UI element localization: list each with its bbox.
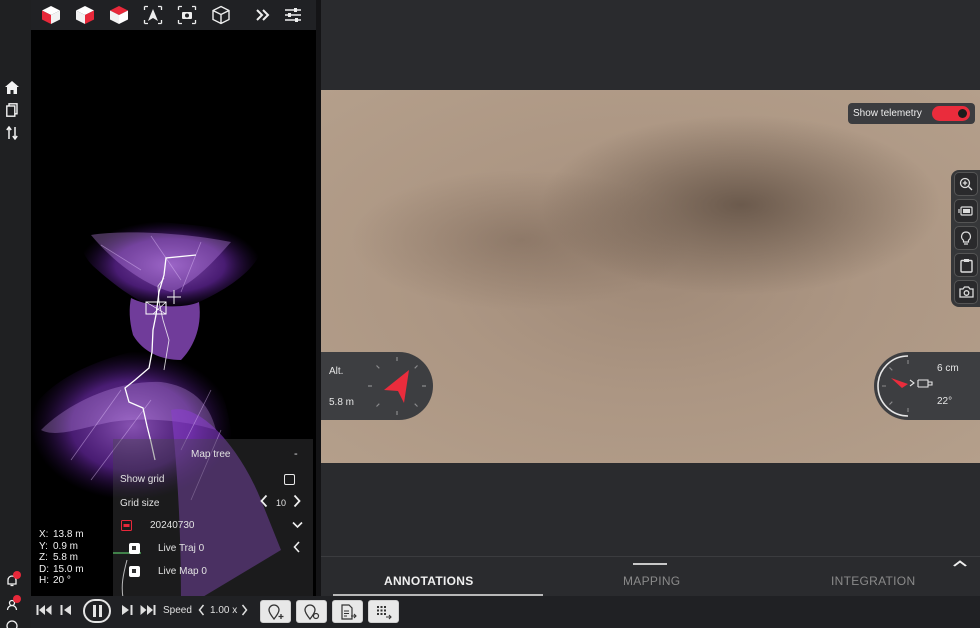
zoom-in-icon[interactable] — [954, 172, 978, 196]
date-node-label[interactable]: 20240730 — [150, 520, 195, 531]
add-pin-icon — [267, 603, 283, 620]
cube-red-top-icon[interactable] — [105, 1, 133, 29]
coord-row-x: X: 13.8 m — [39, 529, 84, 540]
heading-arrow-icon — [368, 357, 426, 415]
coord-row-d: D: 15.0 m — [39, 563, 84, 575]
map-tree-collapse-button[interactable]: - — [294, 448, 298, 460]
coord-row-y: Y: 0.9 m — [39, 540, 79, 552]
altitude-label: Alt. — [329, 366, 344, 377]
map-tree-panel: Map tree - Show grid Grid size 10 202407… — [113, 439, 313, 598]
add-location-button[interactable] — [296, 600, 327, 623]
pause-button[interactable] — [83, 599, 111, 623]
altitude-value: 5.8 m — [329, 397, 355, 408]
coord-row-z: Z: 5.8 m — [39, 552, 79, 564]
telemetry-toggle[interactable] — [932, 106, 970, 121]
double-chevron-right-icon[interactable] — [249, 1, 277, 29]
chevron-up-icon[interactable] — [953, 558, 968, 570]
add-marker-button[interactable] — [260, 600, 291, 623]
attitude-gauge: 6 cm 22° — [874, 352, 980, 420]
sliders-icon[interactable] — [279, 1, 307, 29]
cube-red-right-icon[interactable] — [71, 1, 99, 29]
distance-value: 6 cm — [937, 363, 959, 374]
tab-mapping[interactable]: MAPPING — [623, 574, 680, 588]
skip-to-end-icon[interactable] — [140, 604, 156, 619]
show-grid-label: Show grid — [120, 474, 165, 485]
export-grid-button[interactable] — [368, 600, 399, 623]
bottom-tabs-bar: ANNOTATIONS MAPPING INTEGRATION — [321, 556, 980, 596]
map-tree-title: Map tree — [191, 449, 231, 460]
step-back-icon[interactable] — [60, 604, 72, 619]
coordinate-readout: X: 13.8 m Y: 0.9 m Z: 5.8 m D: 15.0 m H: 20 ° — [39, 529, 84, 587]
speed-label: Speed — [163, 605, 192, 616]
clipboard-icon[interactable] — [954, 253, 978, 277]
cube-red-left-icon[interactable] — [37, 1, 65, 29]
telemetry-toggle-pill: Show telemetry — [848, 103, 975, 124]
speed-value: 1.00 x — [210, 605, 238, 616]
show-grid-checkbox[interactable] — [284, 474, 295, 485]
location-pin-icon — [303, 603, 319, 620]
notification-badge — [13, 571, 21, 579]
attitude-dial-icon — [877, 355, 933, 417]
camera-footer-area — [321, 463, 980, 556]
cube-outline-icon[interactable] — [207, 1, 235, 29]
export-report-button[interactable] — [332, 600, 363, 623]
navigation-arrow-icon[interactable] — [139, 1, 167, 29]
light-bulb-icon[interactable] — [954, 226, 978, 250]
video-capture-icon[interactable] — [954, 199, 978, 223]
user-alert-badge — [13, 595, 21, 603]
camera-feed[interactable]: Show telemetry Alt. 5.8 m 6 cm 22° — [321, 90, 980, 463]
point-cloud-viewer[interactable]: Map tree - Show grid Grid size 10 202407… — [31, 30, 316, 598]
snapshot-camera-icon[interactable] — [954, 280, 978, 304]
grid-size-value: 10 — [276, 498, 287, 508]
coord-row-h: H: 20 ° — [39, 575, 71, 587]
left-rail — [0, 0, 31, 628]
grid-export-icon — [376, 605, 392, 619]
angle-value: 22° — [937, 396, 953, 407]
drawer-grab-handle[interactable] — [633, 563, 667, 565]
tab-annotations[interactable]: ANNOTATIONS — [384, 574, 474, 588]
tab-integration[interactable]: INTEGRATION — [831, 574, 915, 588]
viewer-toolbar — [31, 0, 316, 30]
live-traj-checkbox[interactable] — [129, 543, 140, 554]
user-alert-icon[interactable] — [3, 595, 21, 613]
camera-header-area — [321, 0, 980, 90]
telemetry-label: Show telemetry — [853, 108, 922, 119]
camera-side-toolbar — [951, 170, 980, 307]
live-map-checkbox[interactable] — [129, 566, 140, 577]
home-icon[interactable] — [3, 79, 21, 95]
skip-to-start-icon[interactable] — [36, 604, 52, 619]
layer-item-label: Live Traj 0 — [158, 543, 205, 554]
step-forward-icon[interactable] — [121, 604, 133, 619]
camera-icon[interactable] — [173, 1, 201, 29]
document-export-icon — [340, 603, 357, 620]
layer-item-label: Live Map 0 — [158, 566, 207, 577]
altitude-gauge: Alt. 5.8 m — [321, 352, 433, 420]
grid-size-label: Grid size — [120, 498, 160, 509]
speed-increase-icon[interactable] — [241, 604, 248, 619]
help-icon[interactable] — [3, 618, 21, 628]
documents-icon[interactable] — [3, 102, 21, 118]
sort-arrows-icon[interactable] — [3, 125, 21, 141]
speed-decrease-icon[interactable] — [198, 604, 205, 619]
notifications-icon[interactable] — [3, 571, 21, 589]
playback-bar: Speed 1.00 x — [31, 596, 980, 628]
